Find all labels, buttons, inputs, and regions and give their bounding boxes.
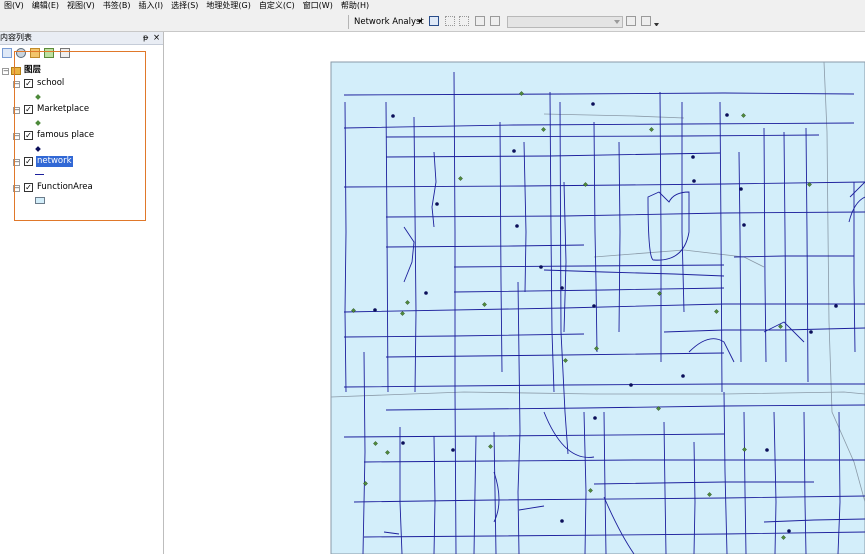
- expand-famous-place-icon[interactable]: −: [13, 133, 20, 140]
- build-network-icon[interactable]: [490, 16, 500, 26]
- functionarea-visibility-checkbox[interactable]: ✓: [24, 183, 33, 192]
- list-by-selection-icon[interactable]: [44, 48, 54, 58]
- expand-school-icon[interactable]: −: [13, 81, 20, 88]
- list-by-visibility-icon[interactable]: [30, 48, 40, 58]
- menu-item-0[interactable]: 图(V): [0, 0, 28, 12]
- toc-toolbar: [0, 45, 163, 60]
- dropdown-arrow-icon: [614, 20, 620, 24]
- layer-functionarea[interactable]: FunctionArea: [37, 182, 93, 193]
- menu-item-7[interactable]: 自定义(C): [255, 0, 299, 12]
- list-by-drawing-order-icon[interactable]: [2, 48, 12, 58]
- function-area-polygon: [330, 61, 865, 554]
- famous-place-visibility-checkbox[interactable]: ✓: [24, 131, 33, 140]
- create-network-location-icon[interactable]: [445, 16, 455, 26]
- menu-item-9[interactable]: 帮助(H): [337, 0, 373, 12]
- properties-icon[interactable]: [641, 16, 651, 26]
- expand-marketplace-icon[interactable]: −: [13, 107, 20, 114]
- map-display[interactable]: [164, 32, 865, 554]
- functionarea-symbol-icon: [35, 197, 45, 204]
- school-symbol-icon: [35, 94, 41, 100]
- network-analyst-window-icon[interactable]: [429, 16, 439, 26]
- pin-icon[interactable]: ᵽ: [143, 32, 148, 44]
- layers-root-label[interactable]: 图层: [24, 65, 41, 76]
- toc-title: 内容列表: [0, 33, 32, 42]
- layer-network[interactable]: network: [36, 156, 73, 167]
- expand-root-icon[interactable]: −: [2, 68, 9, 75]
- menu-item-1[interactable]: 编辑(E): [28, 0, 63, 12]
- menu-item-2[interactable]: 视图(V): [63, 0, 99, 12]
- directions-icon[interactable]: [626, 16, 636, 26]
- menu-item-8[interactable]: 窗口(W): [299, 0, 337, 12]
- analysis-layer-dropdown[interactable]: [507, 16, 623, 28]
- toolbar-grip[interactable]: [348, 15, 349, 29]
- layers-icon: [11, 67, 21, 75]
- map-canvas[interactable]: [164, 32, 865, 554]
- menu-item-3[interactable]: 书签(B): [99, 0, 135, 12]
- toc-options-icon[interactable]: [60, 48, 70, 58]
- table-of-contents-panel: 内容列表 ᵽ × − 图层 − ✓ school − ✓ Marketplace…: [0, 32, 164, 554]
- expand-functionarea-icon[interactable]: −: [13, 185, 20, 192]
- layer-marketplace[interactable]: Marketplace: [37, 104, 89, 115]
- toolbar-options-icon[interactable]: [654, 23, 659, 28]
- marketplace-visibility-checkbox[interactable]: ✓: [24, 105, 33, 114]
- menu-item-4[interactable]: 插入(I): [134, 0, 167, 12]
- toolbar: Network Analyst: [0, 12, 865, 32]
- menu-item-5[interactable]: 选择(S): [167, 0, 202, 12]
- layer-school[interactable]: school: [37, 78, 64, 89]
- marketplace-symbol-icon: [35, 120, 41, 126]
- network-symbol-icon: [35, 174, 44, 175]
- list-by-source-icon[interactable]: [16, 48, 26, 58]
- menu-item-6[interactable]: 地理处理(G): [202, 0, 254, 12]
- solve-grid-icon[interactable]: [475, 16, 485, 26]
- expand-network-icon[interactable]: −: [13, 159, 20, 166]
- close-icon[interactable]: ×: [153, 32, 160, 44]
- network-analyst-menu[interactable]: Network Analyst: [354, 16, 424, 28]
- school-visibility-checkbox[interactable]: ✓: [24, 79, 33, 88]
- menu-bar: 图(V) 编辑(E) 视图(V) 书签(B) 插入(I) 选择(S) 地理处理(G) 自定义(…: [0, 0, 865, 12]
- chevron-down-icon: [418, 20, 422, 23]
- select-network-location-icon[interactable]: [459, 16, 469, 26]
- network-visibility-checkbox[interactable]: ✓: [24, 157, 33, 166]
- famous-place-symbol-icon: [35, 146, 41, 152]
- layer-famous-place[interactable]: famous place: [37, 130, 94, 141]
- toc-header: 内容列表 ᵽ ×: [0, 32, 163, 45]
